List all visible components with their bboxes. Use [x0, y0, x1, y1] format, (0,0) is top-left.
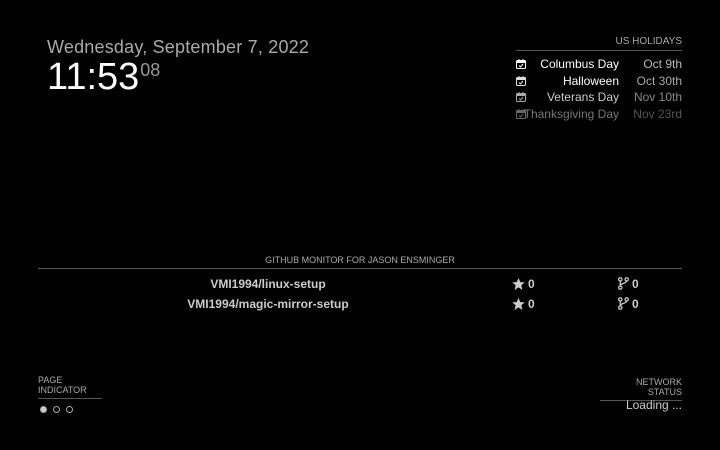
repo-stars: 0 [512, 277, 535, 291]
page-dot-1[interactable] [40, 406, 47, 413]
fork-icon [618, 297, 629, 310]
clock-date: Wednesday, September 7, 2022 [47, 37, 310, 57]
repo-row: VMI1994/magic-mirror-setup 0 0 [38, 295, 682, 315]
calendar-check-icon [516, 59, 526, 69]
star-icon [512, 278, 525, 290]
holiday-date: Oct 9th [643, 57, 682, 71]
holiday-row: Thanksgiving Day Nov 23rd [516, 106, 682, 123]
repo-star-count: 0 [528, 277, 535, 291]
fork-icon [618, 277, 629, 290]
repo-name: VMI1994/magic-mirror-setup [187, 297, 349, 311]
repo-star-count: 0 [528, 297, 535, 311]
page-dot-2[interactable] [53, 406, 60, 413]
clock-time: 11:5308 [47, 58, 160, 96]
clock-hours-minutes: 11:53 [47, 56, 140, 98]
clock-seconds: 08 [140, 60, 161, 80]
network-status-text: Loading ... [625, 398, 682, 412]
calendar-check-icon [516, 75, 526, 86]
github-monitor-header: GITHUB MONITOR FOR JASON ENSMINGER [38, 255, 682, 269]
page-dot-3[interactable] [66, 406, 73, 413]
holiday-row: Veterans Day Nov 10th [516, 89, 682, 106]
star-icon [512, 298, 525, 310]
repo-forks: 0 [618, 297, 639, 311]
repo-fork-count: 0 [632, 277, 639, 291]
holiday-date: Nov 23rd [633, 107, 682, 122]
repo-forks: 0 [618, 277, 639, 291]
holiday-name: Veterans Day [546, 90, 619, 105]
holiday-name: Halloween [562, 73, 619, 88]
repo-row: VMI1994/linux-setup 0 0 [38, 275, 682, 295]
holidays-header: US HOLIDAYS [516, 36, 682, 51]
page-indicator-header: PAGE INDICATOR [38, 375, 102, 399]
holiday-date: Oct 30th [636, 73, 682, 88]
holidays-list: Columbus Day Oct 9th Halloween Oct 30th … [516, 56, 682, 123]
holiday-name: Columbus Day [540, 57, 619, 71]
repo-name: VMI1994/linux-setup [210, 277, 326, 291]
repo-fork-count: 0 [632, 297, 639, 311]
calendar-check-icon [516, 92, 526, 103]
holiday-date: Nov 10th [633, 90, 682, 105]
holiday-row: Columbus Day Oct 9th [516, 56, 682, 73]
page-indicator-dots [40, 400, 79, 418]
holiday-name: Thanksgiving Day [523, 107, 619, 122]
holiday-row: Halloween Oct 30th [516, 73, 682, 90]
repo-stars: 0 [512, 297, 535, 311]
